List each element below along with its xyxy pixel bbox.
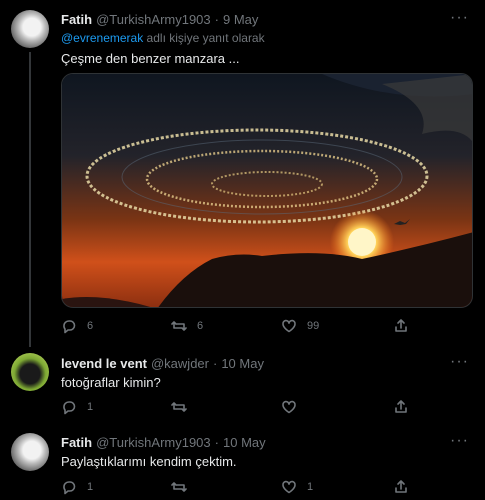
author-name[interactable]: levend le vent <box>61 356 147 371</box>
like-count: 1 <box>307 481 314 493</box>
tweet-actions: 6 6 99 <box>61 318 421 334</box>
reply-context: @evrenemerak adlı kişiye yanıt olarak <box>61 31 265 45</box>
heart-icon <box>282 319 296 333</box>
retweet-icon <box>171 402 187 412</box>
reply-icon <box>63 401 76 415</box>
share-button[interactable] <box>393 318 409 334</box>
author-name[interactable]: Fatih <box>61 12 92 27</box>
author-handle[interactable]: @TurkishArmy1903 <box>96 435 211 450</box>
share-icon <box>395 480 407 493</box>
tweet-actions: 1 <box>61 399 421 415</box>
retweet-button[interactable] <box>171 479 197 495</box>
tweet-photo[interactable] <box>61 73 473 308</box>
author-handle[interactable]: @TurkishArmy1903 <box>96 12 211 27</box>
tweet-3[interactable]: Fatih @TurkishArmy1903 · 10 May ··· Payl… <box>0 425 485 500</box>
reply-button[interactable]: 1 <box>61 479 93 495</box>
retweet-button[interactable] <box>171 399 197 415</box>
reply-button[interactable]: 6 <box>61 318 93 334</box>
reply-context-text: adlı kişiye yanıt olarak <box>143 31 265 45</box>
more-options-icon[interactable]: ··· <box>450 9 469 27</box>
retweet-button[interactable]: 6 <box>171 318 203 334</box>
sunset-photo-image <box>62 74 472 307</box>
tweet-date[interactable]: 10 May <box>221 356 264 371</box>
share-button[interactable] <box>393 399 409 415</box>
like-count: 99 <box>307 320 320 332</box>
reply-button[interactable]: 1 <box>61 399 93 415</box>
heart-icon <box>282 400 296 414</box>
mention-link[interactable]: @evrenemerak <box>61 31 143 45</box>
separator: · <box>212 356 218 371</box>
thread-line <box>29 52 31 347</box>
reply-count: 1 <box>87 401 94 413</box>
separator: · <box>214 435 219 450</box>
reply-count: 6 <box>87 320 94 332</box>
tweet-1[interactable]: Fatih @TurkishArmy1903 · 9 May ··· @evre… <box>0 0 485 347</box>
share-button[interactable] <box>393 479 409 495</box>
heart-icon <box>282 480 296 494</box>
avatar[interactable] <box>11 10 49 48</box>
like-button[interactable]: 1 <box>281 479 313 495</box>
reply-icon <box>63 320 76 334</box>
share-icon <box>395 400 407 413</box>
tweet-date[interactable]: 9 May <box>223 12 258 27</box>
tweet-text: fotoğraflar kimin? <box>61 375 161 390</box>
tweet-text: Paylaştıklarımı kendim çektim. <box>61 454 237 469</box>
retweet-icon <box>171 321 187 331</box>
retweet-icon <box>171 482 187 492</box>
tweet-actions: 1 1 <box>61 479 421 495</box>
tweet-header: Fatih @TurkishArmy1903 · 10 May <box>61 435 266 450</box>
tweet-header: Fatih @TurkishArmy1903 · 9 May <box>61 12 258 27</box>
retweet-count: 6 <box>197 320 204 332</box>
separator: · <box>214 12 219 27</box>
author-name[interactable]: Fatih <box>61 435 92 450</box>
like-button[interactable]: 99 <box>281 318 319 334</box>
reply-icon <box>63 481 76 495</box>
more-options-icon[interactable]: ··· <box>450 432 469 450</box>
tweet-header: levend le vent @kawjder · 10 May <box>61 356 264 371</box>
like-button[interactable] <box>281 399 307 415</box>
author-handle[interactable]: @kawjder <box>151 356 209 371</box>
reply-count: 1 <box>87 481 94 493</box>
avatar[interactable] <box>11 433 49 471</box>
tweet-2[interactable]: levend le vent @kawjder · 10 May ··· fot… <box>0 345 485 425</box>
more-options-icon[interactable]: ··· <box>450 353 469 371</box>
tweet-date[interactable]: 10 May <box>223 435 266 450</box>
tweet-text: Çeşme den benzer manzara ... <box>61 51 240 66</box>
avatar[interactable] <box>11 353 49 391</box>
share-icon <box>395 319 407 332</box>
